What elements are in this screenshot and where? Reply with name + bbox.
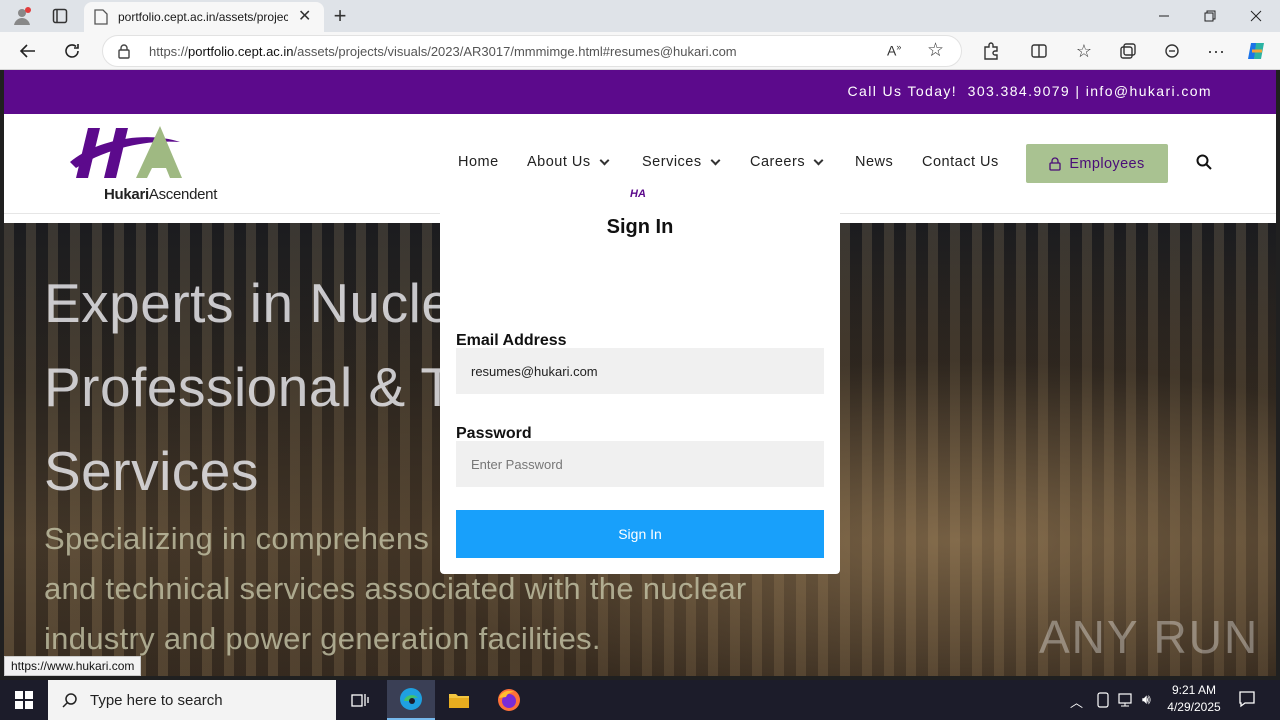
windows-start-icon[interactable] <box>0 680 48 720</box>
hero-subtitle-line-2: and technical services associated with t… <box>44 571 747 606</box>
browser-tab[interactable]: portfolio.cept.ac.in/assets/projec ✕ <box>84 2 324 32</box>
collections-icon[interactable] <box>1112 35 1144 67</box>
modal-title: Sign In <box>606 216 674 238</box>
lock-icon <box>1049 156 1061 171</box>
nav-home-label: Home <box>458 154 499 170</box>
taskbar: Type here to search ︿ 🔊︎ 9:21 AM 4/29/20… <box>0 680 1280 720</box>
logo-wordmark: HukariAscendent <box>104 186 218 203</box>
nav-news-label: News <box>855 154 894 170</box>
page-icon <box>94 9 108 28</box>
modal-logo: HA <box>630 188 646 200</box>
network-icon[interactable] <box>1118 692 1136 713</box>
favorite-star-icon[interactable]: ☆ <box>927 39 944 62</box>
back-icon[interactable] <box>12 35 44 67</box>
nav-services[interactable]: Services <box>642 154 721 170</box>
new-tab-icon[interactable]: + <box>324 0 356 32</box>
contact-strip: Call Us Today! 303.384.9079 | info@hukar… <box>4 70 1276 114</box>
performance-icon[interactable] <box>1156 35 1188 67</box>
chevron-down-icon <box>710 155 721 165</box>
search-placeholder: Type here to search <box>90 691 223 709</box>
anyrun-watermark: ANY RUN <box>1039 611 1260 663</box>
hero-title-line-1: Experts in Nucle <box>44 272 453 334</box>
sign-in-button[interactable]: Sign In <box>456 510 824 558</box>
nav-contact[interactable]: Contact Us <box>922 154 999 170</box>
volume-icon[interactable]: 🔊︎ <box>1142 691 1151 708</box>
close-tab-icon[interactable]: ✕ <box>298 6 311 26</box>
email-field[interactable] <box>456 348 824 394</box>
close-window-icon[interactable] <box>1240 0 1272 32</box>
favorites-icon[interactable]: ☆ <box>1068 35 1100 67</box>
clock-date: 4/29/2025 <box>1167 700 1221 714</box>
tab-actions-icon[interactable] <box>44 0 76 32</box>
taskbar-search[interactable]: Type here to search <box>48 680 336 720</box>
link-status-bar: https://www.hukari.com <box>4 656 142 676</box>
profile-icon[interactable] <box>6 0 38 32</box>
split-screen-icon[interactable] <box>1023 35 1055 67</box>
search-icon[interactable] <box>1196 154 1212 175</box>
hero-subtitle-line-3: industry and power generation facilities… <box>44 621 601 656</box>
tray-chevron-up-icon[interactable]: ︿ <box>1070 692 1083 711</box>
chevron-down-icon <box>599 155 610 165</box>
copilot-icon[interactable] <box>1241 35 1273 67</box>
extensions-icon[interactable] <box>975 35 1007 67</box>
logo-mark-icon <box>70 126 182 178</box>
more-menu-icon[interactable]: ··· <box>1200 35 1232 67</box>
clock-time: 9:21 AM <box>1171 683 1217 697</box>
browser-tab-bar: portfolio.cept.ac.in/assets/projec ✕ + <box>0 0 1280 32</box>
nav-home[interactable]: Home <box>458 154 499 170</box>
password-field[interactable] <box>456 441 824 487</box>
employees-label: Employees <box>1069 155 1145 172</box>
hero-title-line-2: Professional & T <box>44 356 455 418</box>
edge-taskbar-icon[interactable] <box>387 680 435 720</box>
task-view-icon[interactable] <box>336 680 384 720</box>
employees-button[interactable]: Employees <box>1026 144 1168 183</box>
hero-subtitle-line-1: Specializing in comprehens <box>44 521 430 556</box>
search-icon <box>62 693 77 708</box>
url-field[interactable]: https://portfolio.cept.ac.in/assets/proj… <box>102 35 962 67</box>
url-text: https://portfolio.cept.ac.in/assets/proj… <box>149 44 737 59</box>
read-aloud-icon[interactable]: A» <box>887 42 901 59</box>
notifications-icon[interactable] <box>1238 690 1256 713</box>
address-bar-row: https://portfolio.cept.ac.in/assets/proj… <box>0 32 1280 70</box>
web-page: Call Us Today! 303.384.9079 | info@hukar… <box>4 70 1276 676</box>
nav-about[interactable]: About Us <box>527 154 610 170</box>
tab-title: portfolio.cept.ac.in/assets/projec <box>118 10 288 24</box>
nav-careers[interactable]: Careers <box>750 154 824 170</box>
file-explorer-icon[interactable] <box>435 680 483 720</box>
chevron-down-icon <box>813 155 824 165</box>
sign-in-modal: HA Sign In Email Address Password Sign I… <box>440 180 840 574</box>
firefox-icon[interactable] <box>485 680 533 720</box>
tray-device-icon[interactable] <box>1096 692 1110 713</box>
lock-icon[interactable] <box>117 43 131 62</box>
nav-services-label: Services <box>642 154 702 170</box>
nav-contact-label: Contact Us <box>922 154 999 170</box>
nav-about-label: About Us <box>527 154 591 170</box>
hero-title-line-3: Services <box>44 440 259 502</box>
contact-info[interactable]: Call Us Today! 303.384.9079 | info@hukar… <box>848 83 1213 99</box>
restore-icon[interactable] <box>1194 0 1226 32</box>
minimize-icon[interactable] <box>1148 0 1180 32</box>
site-logo[interactable]: HukariAscendent <box>68 122 217 203</box>
nav-news[interactable]: News <box>855 154 893 170</box>
nav-careers-label: Careers <box>750 154 806 170</box>
system-clock[interactable]: 9:21 AM 4/29/2025 <box>1160 682 1228 716</box>
refresh-icon[interactable] <box>56 35 88 67</box>
